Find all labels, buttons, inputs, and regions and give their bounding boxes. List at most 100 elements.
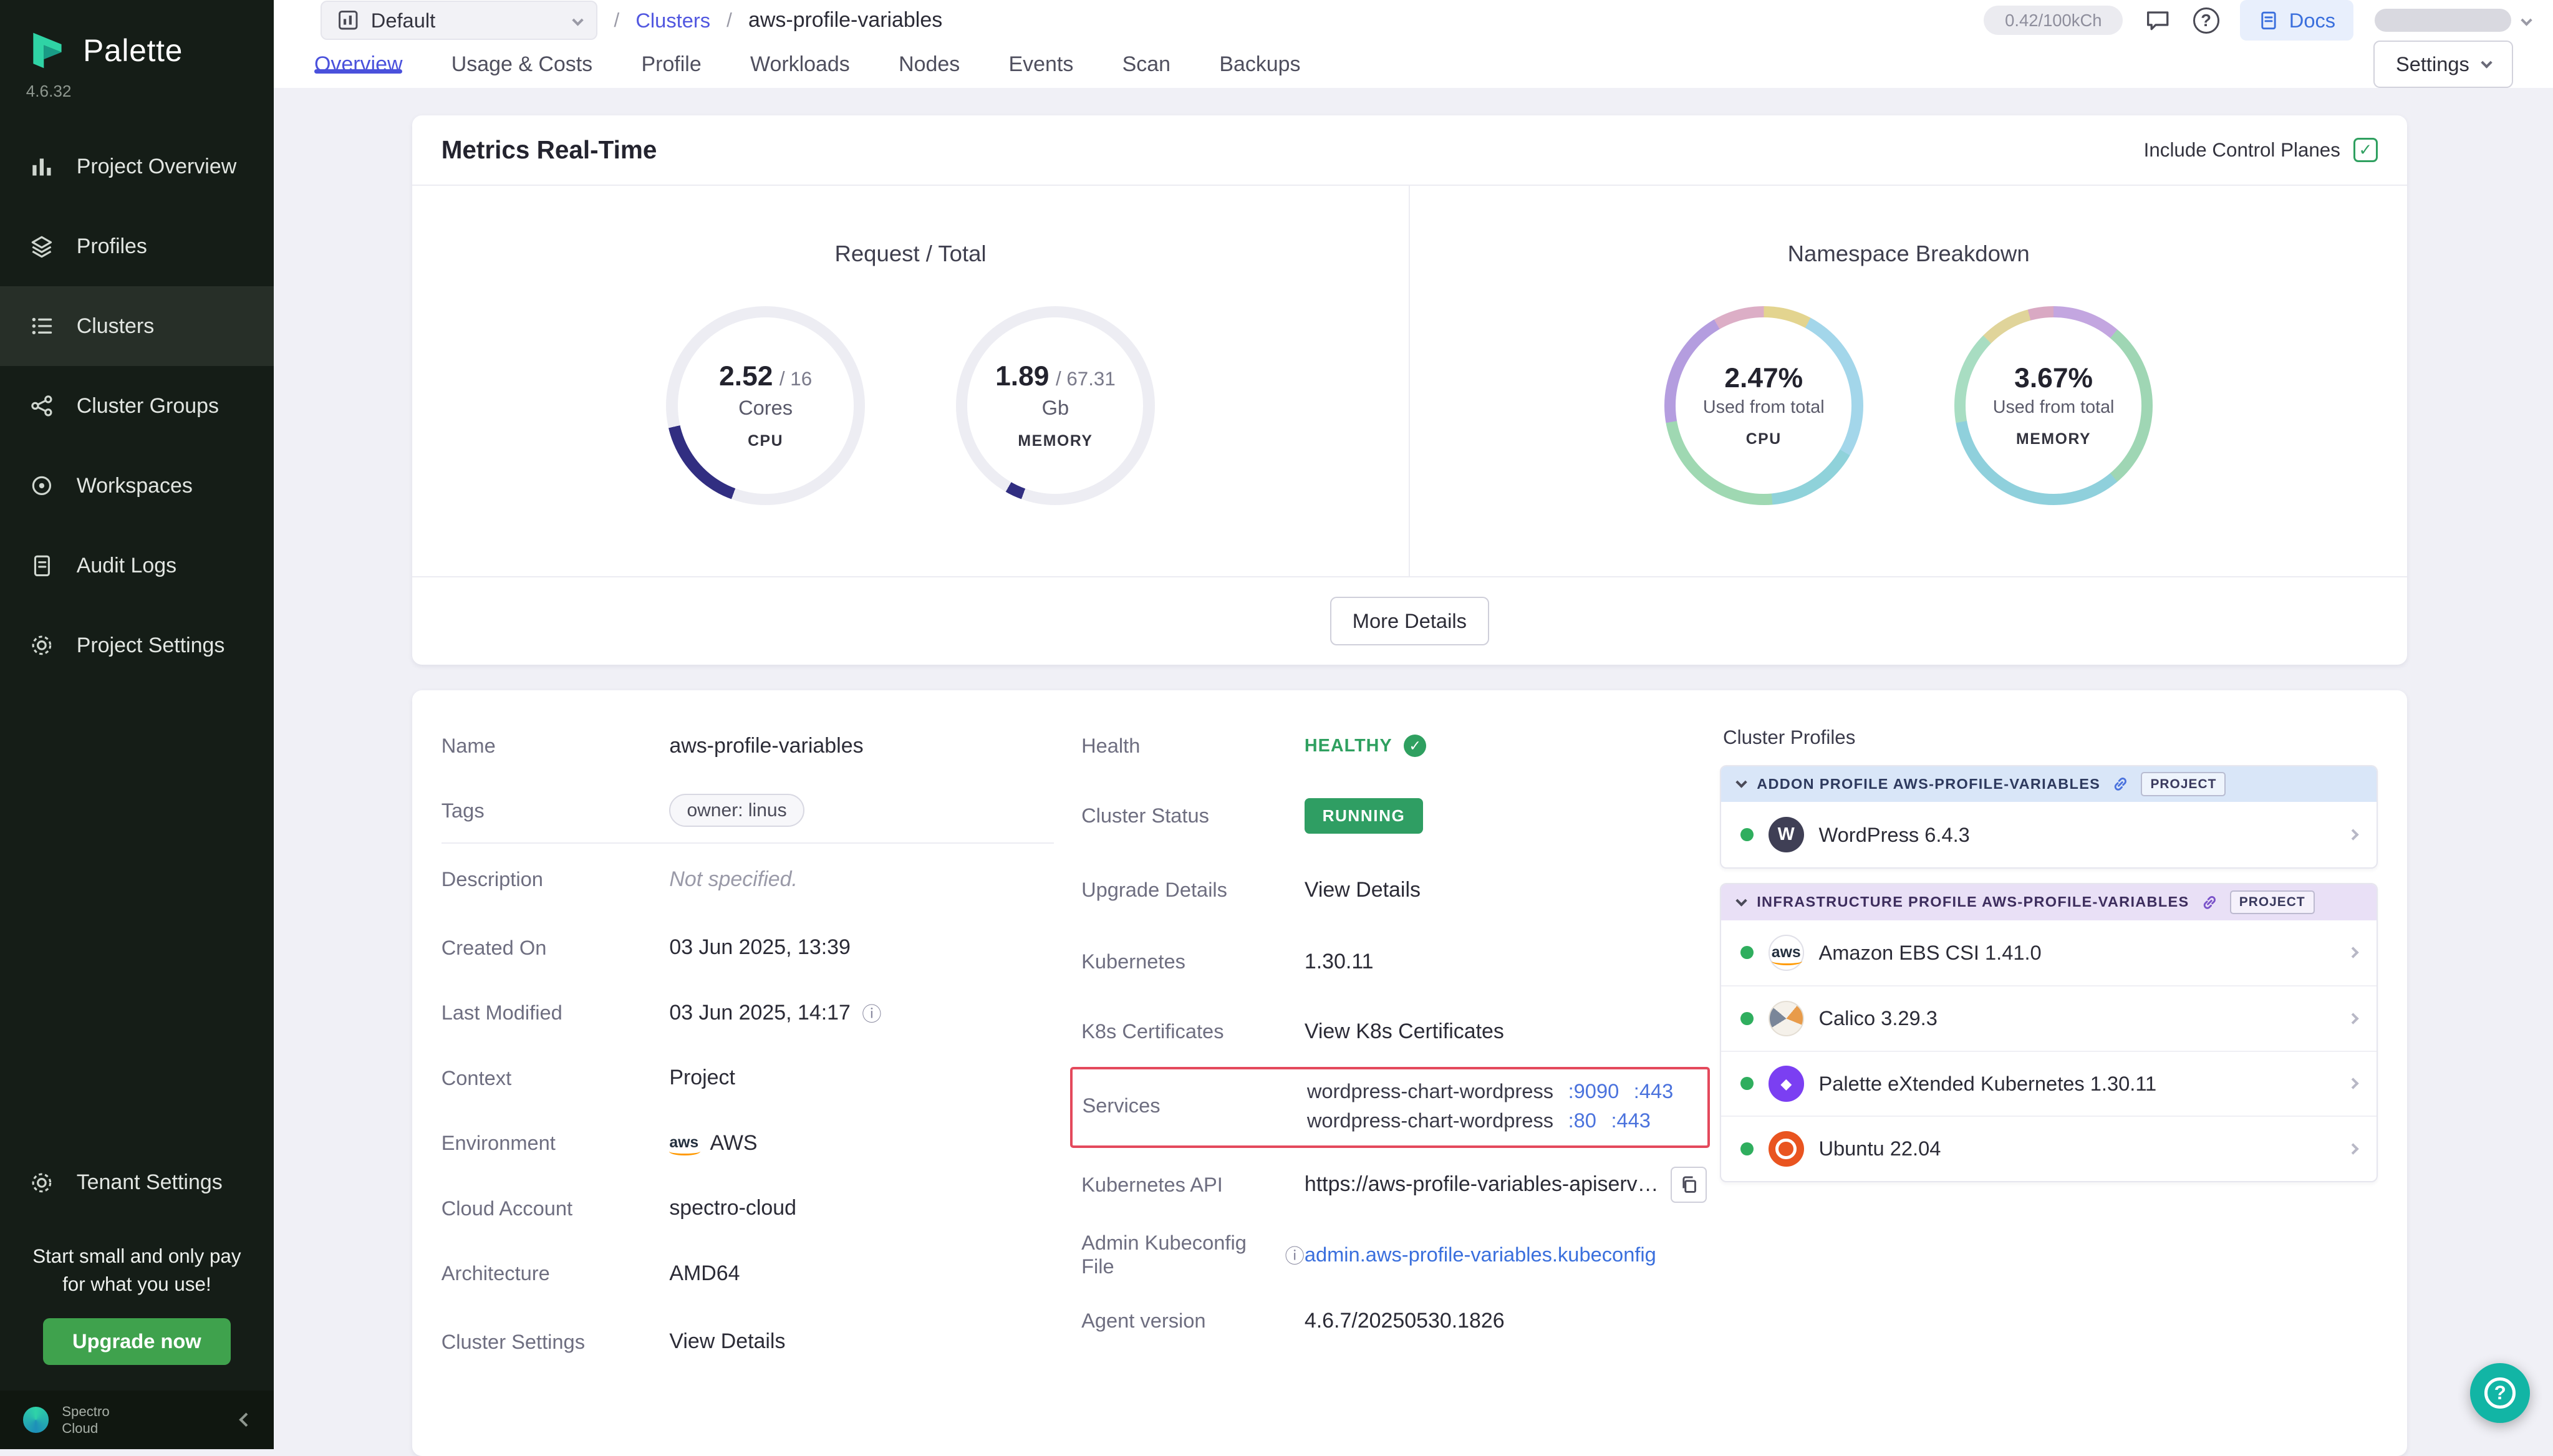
sidebar-item-label: Profiles	[77, 234, 147, 259]
cluster-name-value: aws-profile-variables	[669, 734, 863, 758]
tab-scan[interactable]: Scan	[1122, 41, 1170, 88]
workspace-icon	[26, 473, 57, 499]
sidebar-spacer	[0, 685, 274, 1143]
sidebar-item-project-settings[interactable]: Project Settings	[0, 605, 274, 685]
profile-row-ebs-csi[interactable]: aws Amazon EBS CSI 1.41.0	[1721, 920, 2377, 985]
sidebar-item-workspaces[interactable]: Workspaces	[0, 446, 274, 526]
app-title: Palette	[83, 32, 183, 69]
chevron-down-icon	[1735, 895, 1747, 906]
cpu-request-donut: 2.52 / 16 Cores CPU	[666, 306, 865, 505]
info-icon[interactable]: ⓘ	[862, 999, 881, 1027]
app-root: Palette 4.6.32 Project Overview Profiles…	[0, 0, 2553, 1449]
copy-button[interactable]	[1671, 1167, 1706, 1202]
include-control-planes-checkbox[interactable]: ✓	[2353, 138, 2378, 162]
wordpress-icon: W	[1769, 817, 1804, 852]
service-port-link[interactable]: :443	[1611, 1107, 1651, 1134]
profile-row-ubuntu[interactable]: Ubuntu 22.04	[1721, 1116, 2377, 1180]
tab-overview[interactable]: Overview	[314, 41, 402, 88]
upgrade-view-details-link[interactable]: View Details	[1305, 878, 1421, 902]
upgrade-now-button[interactable]: Upgrade now	[43, 1318, 231, 1365]
sidebar-item-label: Workspaces	[77, 474, 193, 498]
status-dot-icon	[1740, 1142, 1754, 1155]
profile-item-name: Amazon EBS CSI 1.41.0	[1818, 941, 2041, 965]
tab-usage-costs[interactable]: Usage & Costs	[451, 41, 592, 88]
profile-row-wordpress[interactable]: W WordPress 6.4.3	[1721, 802, 2377, 867]
project-selector[interactable]: Default	[321, 1, 597, 40]
tab-backups[interactable]: Backups	[1219, 41, 1300, 88]
chat-bubble-icon	[2144, 6, 2171, 34]
chevron-down-icon	[2481, 57, 2492, 68]
metrics-title: Metrics Real-Time	[442, 135, 657, 165]
metrics-card: Metrics Real-Time Include Control Planes…	[412, 115, 2407, 664]
cluster-settings-view-details-link[interactable]: View Details	[669, 1329, 785, 1354]
collapse-sidebar-button[interactable]	[241, 1415, 251, 1425]
cluster-list-icon	[26, 313, 57, 339]
info-icon[interactable]: ⓘ	[1285, 1241, 1305, 1269]
docs-button[interactable]: Docs	[2240, 0, 2353, 41]
infrastructure-profile-header[interactable]: INFRASTRUCTURE PROFILE AWS-PROFILE-VARIA…	[1721, 884, 2377, 920]
upgrade-promo-text: Start small and only pay for what you us…	[0, 1222, 274, 1298]
project-icon	[337, 9, 360, 32]
row-name: Name aws-profile-variables	[442, 713, 1054, 778]
breadcrumb-separator: /	[614, 9, 620, 32]
breadcrumb-clusters-link[interactable]: Clusters	[635, 9, 710, 32]
sidebar-item-cluster-groups[interactable]: Cluster Groups	[0, 366, 274, 446]
service-port-link[interactable]: :443	[1634, 1078, 1674, 1105]
cluster-profiles-heading: Cluster Profiles	[1723, 726, 2378, 749]
feedback-chat-button[interactable]	[2144, 6, 2171, 34]
last-modified-value: 03 Jun 2025, 14:17	[669, 1001, 851, 1025]
profile-row-calico[interactable]: Calico 3.29.3	[1721, 985, 2377, 1050]
row-cloud-account: Cloud Account spectro-cloud	[442, 1175, 1054, 1240]
request-total-section: Request / Total 2.52 / 16 Cores CPU	[412, 186, 1409, 577]
chevron-right-icon	[2349, 1015, 2357, 1023]
namespace-cpu-donut: 2.47% Used from total CPU	[1664, 306, 1863, 505]
namespace-memory-label: MEMORY	[2016, 431, 2091, 448]
namespace-memory-percent: 3.67%	[2014, 363, 2093, 394]
service-port-link[interactable]: :80	[1568, 1107, 1596, 1134]
sidebar-item-audit-logs[interactable]: Audit Logs	[0, 526, 274, 605]
sidebar-item-profiles[interactable]: Profiles	[0, 206, 274, 286]
namespace-cpu-label: CPU	[1746, 431, 1782, 448]
help-button[interactable]: ?	[2193, 7, 2219, 34]
more-details-button[interactable]: More Details	[1330, 597, 1489, 646]
ubuntu-icon	[1769, 1131, 1804, 1167]
row-architecture: Architecture AMD64	[442, 1241, 1054, 1306]
document-icon	[26, 552, 57, 579]
kubeconfig-download-link[interactable]: admin.aws-profile-variables.kubeconfig	[1305, 1243, 1656, 1266]
cpu-unit: Cores	[738, 396, 793, 420]
tab-nodes[interactable]: Nodes	[899, 41, 960, 88]
sidebar-item-project-overview[interactable]: Project Overview	[0, 127, 274, 206]
row-cluster-settings: Cluster Settings View Details	[442, 1306, 1054, 1377]
cluster-profiles-panel: Cluster Profiles ADDON PROFILE AWS-PROFI…	[1720, 713, 2378, 1182]
row-health: Health HEALTHY ✓	[1081, 713, 1710, 778]
status-dot-icon	[1740, 828, 1754, 841]
chevron-down-icon	[1735, 777, 1747, 788]
top-bar: Default / Clusters / aws-profile-variabl…	[274, 0, 2553, 41]
request-total-title: Request / Total	[834, 241, 986, 267]
service-port-link[interactable]: :9090	[1568, 1078, 1619, 1105]
namespace-donuts: 2.47% Used from total CPU 3.67% Used fro…	[1664, 306, 2153, 505]
health-value: HEALTHY	[1305, 736, 1392, 756]
addon-profile-header[interactable]: ADDON PROFILE AWS-PROFILE-VARIABLES PROJ…	[1721, 766, 2377, 802]
view-k8s-certificates-link[interactable]: View K8s Certificates	[1305, 1020, 1504, 1044]
profile-row-pxk[interactable]: ◆ Palette eXtended Kubernetes 1.30.11	[1721, 1051, 2377, 1116]
usage-credit-badge: 0.42/100kCh	[1984, 6, 2123, 35]
row-environment: Environment aws AWS	[442, 1111, 1054, 1175]
kubernetes-version-value: 1.30.11	[1305, 950, 1374, 974]
tab-workloads[interactable]: Workloads	[750, 41, 850, 88]
tab-events[interactable]: Events	[1009, 41, 1074, 88]
tab-profile[interactable]: Profile	[642, 41, 702, 88]
status-dot-icon	[1740, 946, 1754, 959]
link-icon	[2111, 775, 2130, 793]
settings-dropdown-button[interactable]: Settings	[2373, 41, 2513, 88]
user-menu[interactable]	[2375, 9, 2531, 32]
support-widget-button[interactable]: ?	[2470, 1363, 2531, 1424]
sidebar-item-clusters[interactable]: Clusters	[0, 286, 274, 366]
check-circle-icon: ✓	[1404, 735, 1427, 758]
infrastructure-profile-title: INFRASTRUCTURE PROFILE AWS-PROFILE-VARIA…	[1757, 894, 2189, 910]
row-last-modified: Last Modified 03 Jun 2025, 14:17 ⓘ	[442, 980, 1054, 1045]
sidebar-item-tenant-settings[interactable]: Tenant Settings	[0, 1143, 274, 1223]
link-icon	[2201, 894, 2219, 912]
infrastructure-profile-section: INFRASTRUCTURE PROFILE AWS-PROFILE-VARIA…	[1720, 883, 2378, 1182]
breadcrumb-separator: /	[726, 9, 732, 32]
